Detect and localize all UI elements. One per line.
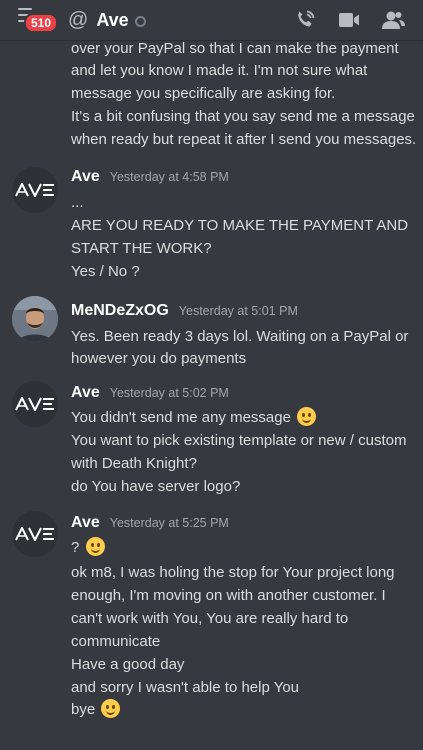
message-header: Ave Yesterday at 5:25 PM [71,514,229,532]
message-line: ... [71,194,84,211]
message-text: bye [71,701,96,718]
slightly-smiling-face-emoji [85,537,105,556]
message-text: You didn't send me any message [71,409,291,426]
slightly-smiling-face-emoji [297,407,317,426]
author-name[interactable]: Ave [71,514,100,532]
channel-name[interactable]: Ave [96,10,128,31]
member-list-icon [382,11,405,29]
message-line: You want to pick existing template or ne… [71,432,407,449]
ave-logo-icon [15,183,54,197]
message-timestamp: Yesterday at 5:01 PM [178,304,298,318]
at-icon: @ [68,9,89,31]
message-line: Have a good day [71,656,185,673]
message-line: bye [71,698,416,721]
message-timestamp: Yesterday at 4:58 PM [109,170,229,184]
message-timestamp: Yesterday at 5:25 PM [109,516,229,530]
avatar[interactable] [12,381,58,427]
message-line: It's a bit confusing that you say send m… [71,108,415,125]
message-line: ARE YOU READY TO MAKE THE PAYMENT AND [71,217,409,234]
message-line: ? [71,536,416,559]
menu-button[interactable]: 510 [0,0,59,40]
video-call-button[interactable] [327,0,371,40]
video-camera-icon [339,13,359,27]
member-list-button[interactable] [371,0,415,40]
slightly-smiling-face-emoji [101,699,121,718]
message-line: and let you know I made it. I'm not sure… [71,62,368,79]
message-line: when ready but repeat it after I send yo… [71,131,417,148]
message-line: enough, I'm moving on with another custo… [71,587,386,604]
message-line: Yes / No ? [71,263,140,280]
message-line: and sorry I wasn't able to help You [71,679,300,696]
message-list[interactable]: over your PayPal so that I can make the … [0,40,423,750]
avatar[interactable] [12,511,58,557]
message-line: can't work with You, You are really hard… [71,610,349,627]
message-header: MeNDeZxOG Yesterday at 5:01 PM [71,302,298,320]
message-line: message you specifically are asking for. [71,85,336,102]
message-header: Ave Yesterday at 5:02 PM [71,384,229,402]
message-line: communicate [71,633,161,650]
message-line: do You have server logo? [71,478,241,495]
message-line: with Death Knight? [71,455,197,472]
offline-status-icon [134,15,146,27]
channel-header: 510 @ Ave [0,0,423,41]
avatar[interactable] [12,167,58,213]
ave-logo-icon [15,397,54,411]
message-line: over your PayPal so that I can make the … [71,40,399,57]
avatar[interactable] [12,296,58,342]
message-timestamp: Yesterday at 5:02 PM [109,386,229,400]
ave-logo-icon [15,527,54,541]
message-text: ? [71,539,80,556]
message-line: You didn't send me any message [71,406,416,429]
message-line: Yes. Been ready 3 days lol. Waiting on a… [71,328,409,345]
message-line: ok m8, I was holing the stop for Your pr… [71,564,395,581]
author-name[interactable]: Ave [71,384,100,402]
message-header: Ave Yesterday at 4:58 PM [71,168,229,186]
message-line: START THE WORK? [71,240,212,257]
voice-call-button[interactable] [283,0,327,40]
message-line: however you do payments [71,350,247,367]
phone-call-icon [298,10,315,27]
author-name[interactable]: MeNDeZxOG [71,302,169,320]
author-name[interactable]: Ave [71,168,100,186]
user-avatar-photo [12,296,58,342]
notification-badge: 510 [24,13,59,33]
